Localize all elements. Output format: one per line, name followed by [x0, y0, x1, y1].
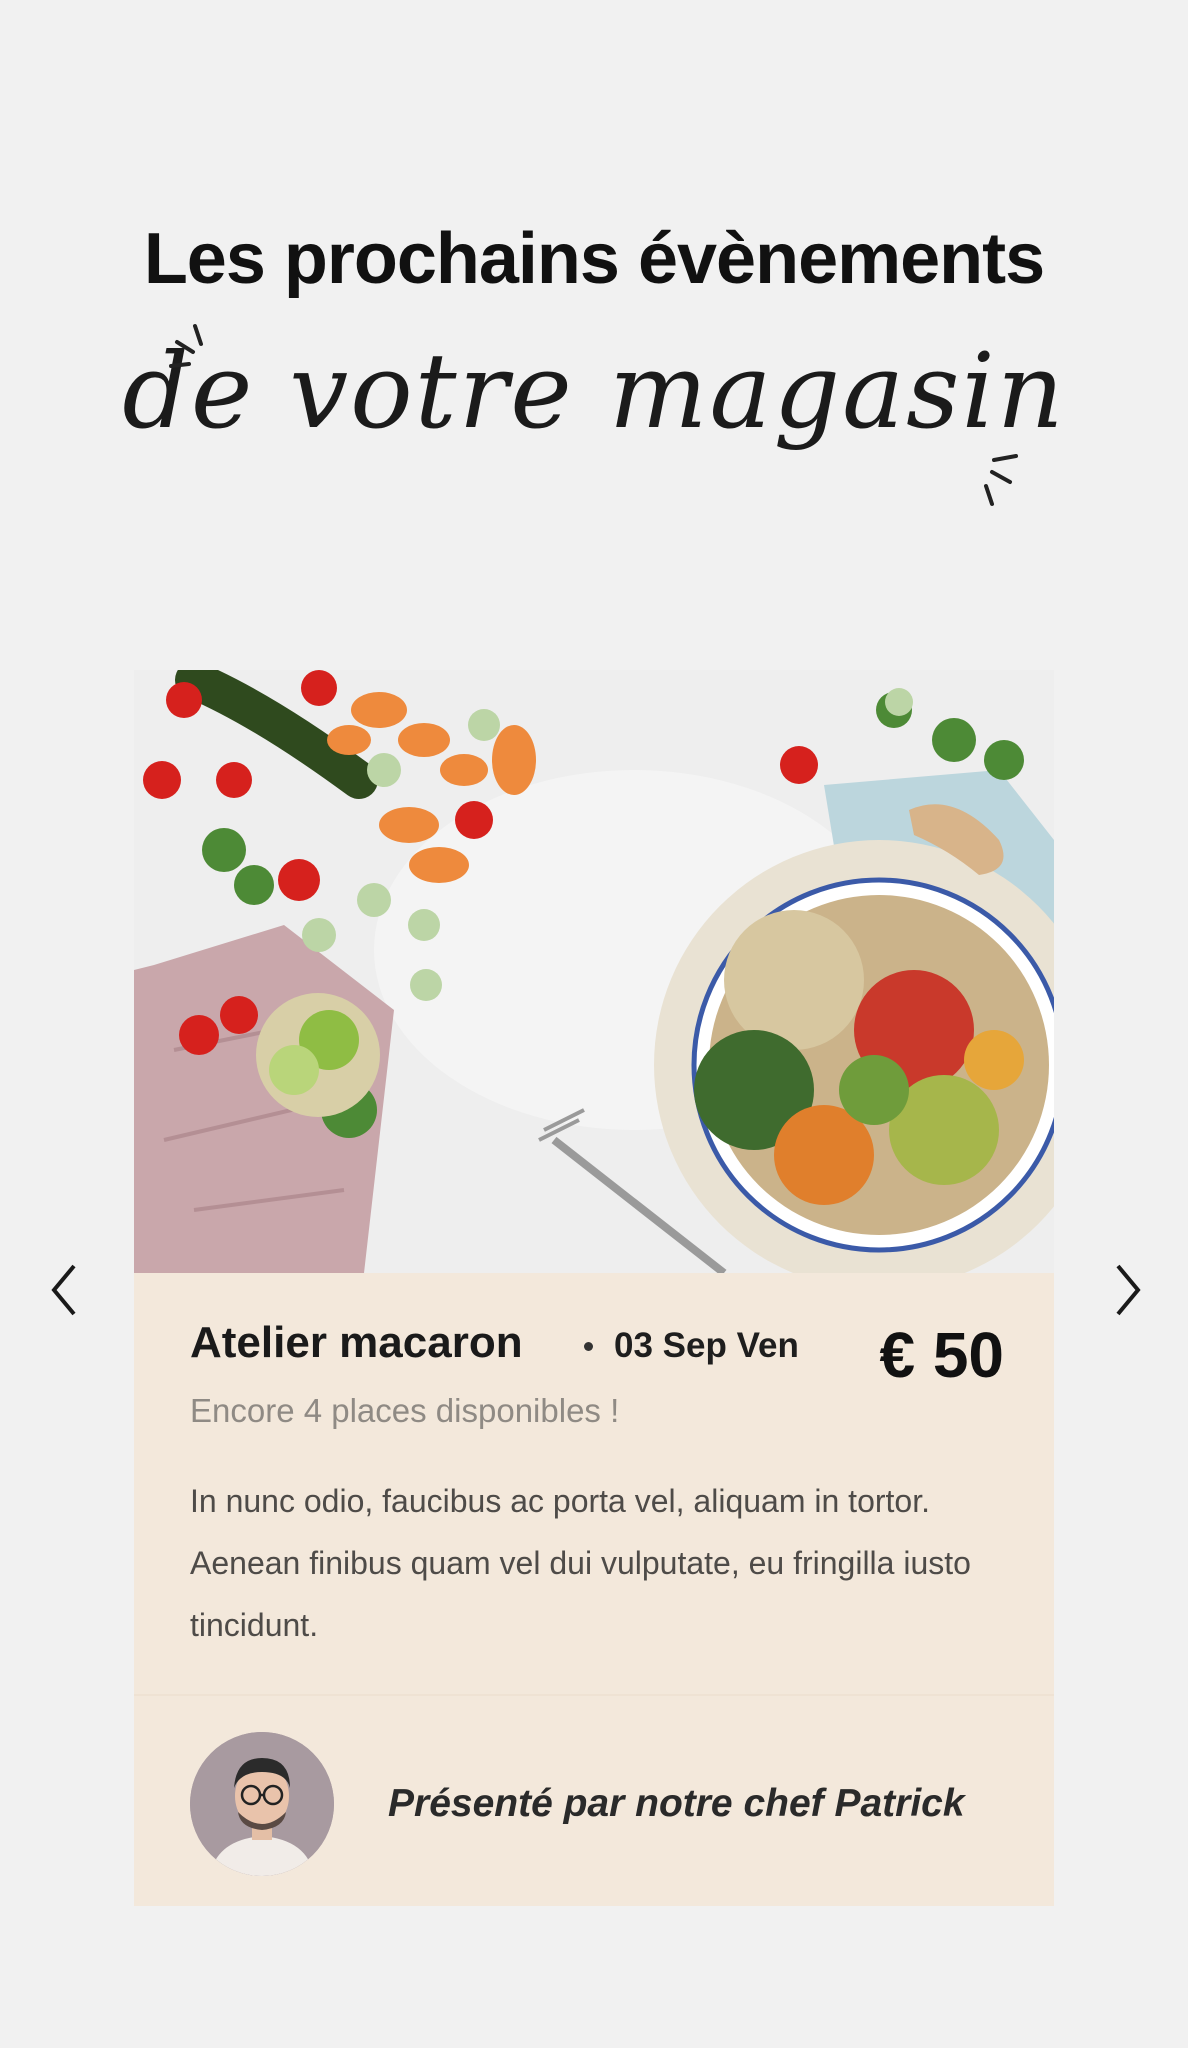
- card-divider: [134, 1694, 1054, 1696]
- sparkle-left-decoration: [169, 324, 203, 368]
- sparkle-right-decoration: [984, 454, 1018, 506]
- event-photo: [134, 670, 1054, 1273]
- page-title: Les prochains évènements: [143, 219, 1045, 299]
- carousel-next-button[interactable]: [1098, 1255, 1158, 1325]
- chevron-right-icon: [1116, 1264, 1141, 1316]
- event-card[interactable]: Atelier macaron 03 Sep Ven € 50 Encore 4…: [134, 670, 1054, 1906]
- event-title: Atelier macaron: [190, 1318, 523, 1367]
- chef-portrait: [190, 1732, 334, 1876]
- event-date: 03 Sep Ven: [614, 1326, 799, 1365]
- chef-avatar: [190, 1732, 334, 1876]
- carousel-prev-button[interactable]: [34, 1255, 94, 1325]
- event-price: € 50: [879, 1319, 1004, 1391]
- chevron-left-icon: [51, 1264, 76, 1316]
- presenter-text: Présenté par notre chef Patrick: [388, 1782, 965, 1825]
- separator-dot: [584, 1342, 593, 1351]
- availability-text: Encore 4 places disponibles !: [190, 1392, 620, 1429]
- event-description: In nunc odio, faucibus ac porta vel, ali…: [190, 1483, 971, 1643]
